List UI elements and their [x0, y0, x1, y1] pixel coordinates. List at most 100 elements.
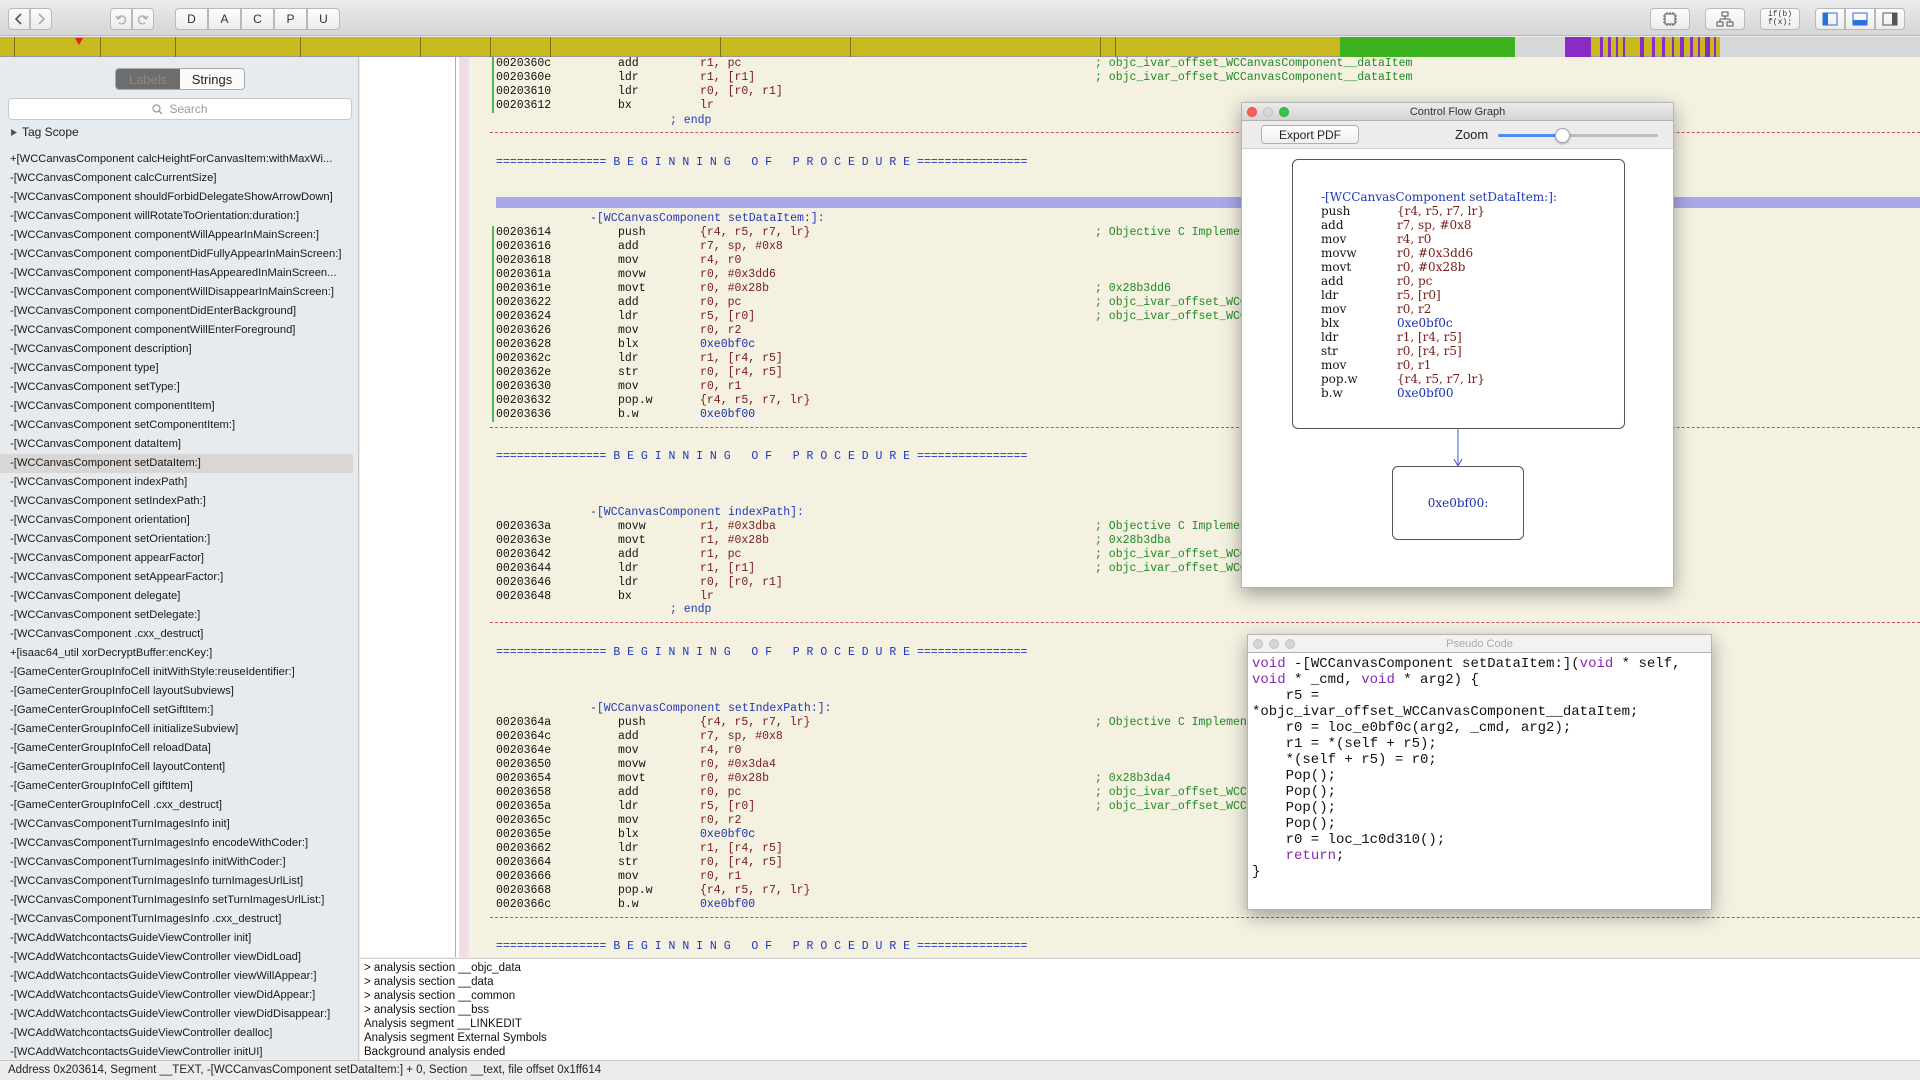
label-list-item[interactable]: -[WCCanvasComponent setDataItem:] — [0, 454, 353, 473]
redo-button[interactable] — [132, 8, 154, 30]
procedure-label[interactable]: -[WCCanvasComponent indexPath]: — [590, 506, 804, 520]
label-list-item[interactable]: -[WCCanvasComponent setType:] — [0, 378, 358, 397]
label-list-item[interactable]: -[WCCanvasComponent willRotateToOrientat… — [0, 207, 358, 226]
pseudo-titlebar[interactable]: Pseudo Code — [1248, 635, 1711, 653]
forward-button[interactable] — [30, 8, 52, 30]
label-list-item[interactable]: -[WCCanvasComponent .cxx_destruct] — [0, 625, 358, 644]
toggle-right-panel-button[interactable] — [1875, 8, 1905, 30]
label-list-item[interactable]: -[WCCanvasComponent setComponentItem:] — [0, 416, 358, 435]
label-list-item[interactable]: -[WCCanvasComponent setIndexPath:] — [0, 492, 358, 511]
label-list-item[interactable]: -[GameCenterGroupInfoCell initializeSubv… — [0, 720, 358, 739]
label-list-item[interactable]: -[WCCanvasComponent componentItem] — [0, 397, 358, 416]
procedure-label[interactable]: -[WCCanvasComponent setIndexPath:]: — [590, 702, 832, 716]
label-list-item[interactable]: -[WCCanvasComponentTurnImagesInfo turnIm… — [0, 872, 358, 891]
export-pdf-button[interactable]: Export PDF — [1261, 125, 1359, 144]
mode-c-button[interactable]: C — [241, 8, 274, 30]
zoom-slider[interactable] — [1498, 134, 1658, 137]
label-list-item[interactable]: -[WCCanvasComponent indexPath] — [0, 473, 358, 492]
label-list-item[interactable]: -[WCCanvasComponent componentWillEnterFo… — [0, 321, 358, 340]
cfg-mnemonic: push — [1321, 204, 1351, 218]
label-list-item[interactable]: -[WCCanvasComponent setOrientation:] — [0, 530, 358, 549]
label-list-item[interactable]: -[GameCenterGroupInfoCell layoutContent] — [0, 758, 358, 777]
minimize-button[interactable] — [1263, 107, 1273, 117]
label-list-item[interactable]: -[WCCanvasComponentTurnImagesInfo init] — [0, 815, 358, 834]
log-line: Background analysis ended — [364, 1046, 506, 1058]
label-list-item[interactable]: -[GameCenterGroupInfoCell .cxx_destruct] — [0, 796, 358, 815]
back-button[interactable] — [8, 8, 30, 30]
label-list-item[interactable]: -[WCCanvasComponent type] — [0, 359, 358, 378]
label-list-item[interactable]: -[WCCanvasComponentTurnImagesInfo setTur… — [0, 891, 358, 910]
redo-icon — [137, 15, 149, 25]
label-list-item[interactable]: -[WCCanvasComponent componentWillDisappe… — [0, 283, 358, 302]
pseudo-code-text[interactable]: void -[WCCanvasComponent setDataItem:](v… — [1248, 653, 1711, 883]
label-list-item[interactable]: -[GameCenterGroupInfoCell initWithStyle:… — [0, 663, 358, 682]
label-list-item[interactable]: -[WCCanvasComponent calcCurrentSize] — [0, 169, 358, 188]
procedure-separator — [490, 622, 1920, 623]
cpu-button[interactable] — [1650, 8, 1690, 30]
pseudo-code-button[interactable]: if(b) f(x); — [1760, 8, 1800, 30]
label-list-item[interactable]: -[WCAddWatchcontactsGuideViewController … — [0, 948, 358, 967]
zoom-window-button[interactable] — [1279, 107, 1289, 117]
close-button[interactable] — [1247, 107, 1257, 117]
cfg-node-entry[interactable]: -[WCCanvasComponent setDataItem:]: push {… — [1292, 159, 1625, 429]
label-list-item[interactable]: -[WCCanvasComponent componentHasAppeared… — [0, 264, 358, 283]
disasm-mnemonic: push — [618, 716, 646, 729]
nav-code-region — [1340, 37, 1515, 57]
cfg-button[interactable] — [1705, 8, 1745, 30]
label-list-item[interactable]: +[WCCanvasComponent calcHeightForCanvasI… — [0, 150, 358, 169]
cfg-instruction: ldr r5, [r0] — [1293, 288, 1624, 302]
disasm-mnemonic: ldr — [618, 352, 639, 365]
label-list-item[interactable]: -[WCAddWatchcontactsGuideViewController … — [0, 986, 358, 1005]
toggle-bottom-panel-button[interactable] — [1845, 8, 1875, 30]
segment-navigation-bar[interactable] — [0, 37, 1920, 57]
cfg-node-exit[interactable]: 0xe0bf00: — [1392, 466, 1524, 540]
label-list-item[interactable]: -[WCCanvasComponent componentDidEnterBac… — [0, 302, 358, 321]
procedure-label[interactable]: -[WCCanvasComponent setDataItem:]: — [590, 212, 825, 226]
label-list-item[interactable]: -[GameCenterGroupInfoCell reloadData] — [0, 739, 358, 758]
label-list-item[interactable]: -[WCCanvasComponent componentWillAppearI… — [0, 226, 358, 245]
undo-icon — [115, 15, 127, 25]
label-list-item[interactable]: -[WCAddWatchcontactsGuideViewController … — [0, 1005, 358, 1024]
zoom-label: Zoom — [1455, 127, 1489, 142]
label-list-item[interactable]: -[WCCanvasComponent orientation] — [0, 511, 358, 530]
label-list-item[interactable]: -[WCCanvasComponentTurnImagesInfo initWi… — [0, 853, 358, 872]
label-list-item[interactable]: -[WCCanvasComponent setAppearFactor:] — [0, 568, 358, 587]
mode-d-button[interactable]: D — [175, 8, 208, 30]
mode-p-button[interactable]: P — [274, 8, 307, 30]
label-list-item[interactable]: -[WCCanvasComponent shouldForbidDelegate… — [0, 188, 358, 207]
label-list-item[interactable]: -[WCAddWatchcontactsGuideViewController … — [0, 1024, 358, 1043]
label-list-item[interactable]: -[WCCanvasComponent delegate] — [0, 587, 358, 606]
cfg-canvas[interactable]: -[WCCanvasComponent setDataItem:]: push {… — [1242, 149, 1673, 587]
cfg-titlebar[interactable]: Control Flow Graph — [1242, 103, 1673, 121]
label-list-item[interactable]: -[WCCanvasComponent description] — [0, 340, 358, 359]
label-list-item[interactable]: -[WCAddWatchcontactsGuideViewController … — [0, 967, 358, 986]
label-list-item[interactable]: +[isaac64_util xorDecryptBuffer:encKey:] — [0, 644, 358, 663]
disasm-address: 00203610 — [496, 85, 552, 98]
toggle-left-panel-button[interactable] — [1815, 8, 1845, 30]
tab-labels[interactable]: Labels — [116, 69, 180, 89]
label-list-item[interactable]: -[WCCanvasComponent appearFactor] — [0, 549, 358, 568]
zoom-slider-knob[interactable] — [1555, 128, 1570, 143]
label-list-item[interactable]: -[WCCanvasComponent componentDidFullyApp… — [0, 245, 358, 264]
label-list-item[interactable]: -[WCCanvasComponentTurnImagesInfo encode… — [0, 834, 358, 853]
label-list-item[interactable]: -[WCCanvasComponentTurnImagesInfo .cxx_d… — [0, 910, 358, 929]
label-list-item[interactable]: -[GameCenterGroupInfoCell layoutSubviews… — [0, 682, 358, 701]
undo-button[interactable] — [110, 8, 132, 30]
minimize-button[interactable] — [1269, 639, 1279, 649]
label-list-item[interactable]: -[WCCanvasComponent dataItem] — [0, 435, 358, 454]
search-input[interactable]: Search — [8, 98, 352, 120]
label-list-item[interactable]: -[WCAddWatchcontactsGuideViewController … — [0, 1043, 358, 1060]
label-list-item[interactable]: -[GameCenterGroupInfoCell giftItem] — [0, 777, 358, 796]
mode-a-button[interactable]: A — [208, 8, 241, 30]
label-list-item[interactable]: -[WCAddWatchcontactsGuideViewController … — [0, 929, 358, 948]
endp-marker: ; endp — [670, 114, 712, 127]
mode-u-button[interactable]: U — [307, 8, 340, 30]
label-list-item[interactable]: -[GameCenterGroupInfoCell setGiftItem:] — [0, 701, 358, 720]
pseudo-title: Pseudo Code — [1446, 638, 1513, 650]
close-button[interactable] — [1253, 639, 1263, 649]
tag-scope-disclosure[interactable]: Tag Scope — [10, 125, 79, 139]
label-list-item[interactable]: -[WCCanvasComponent setDelegate:] — [0, 606, 358, 625]
tab-strings[interactable]: Strings — [180, 69, 244, 89]
cfg-mnemonic: ldr — [1321, 288, 1339, 302]
zoom-window-button[interactable] — [1285, 639, 1295, 649]
